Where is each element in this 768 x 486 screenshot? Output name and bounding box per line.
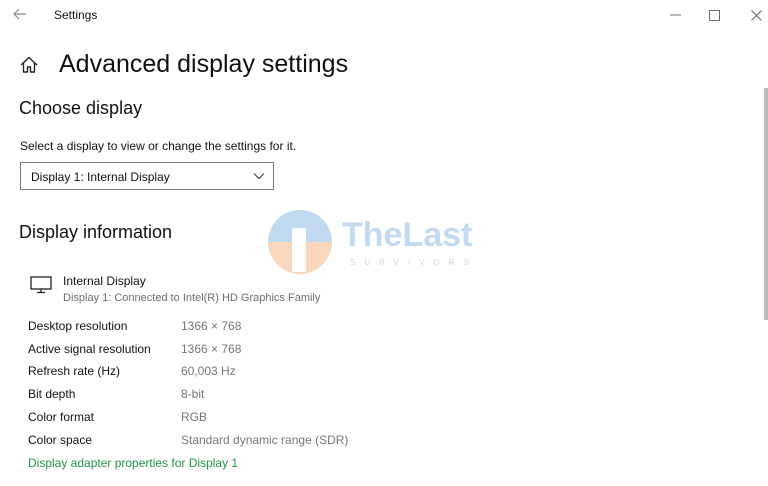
info-label: Color format [28, 410, 95, 424]
info-row-bit-depth: Bit depth 8-bit [28, 387, 428, 405]
maximize-icon [708, 9, 720, 21]
window-title: Settings [54, 8, 98, 22]
watermark-emblem [268, 210, 332, 274]
choose-display-instruction: Select a display to view or change the s… [20, 139, 297, 153]
display-adapter-properties-link[interactable]: Display adapter properties for Display 1 [28, 456, 238, 470]
scrollbar-thumb[interactable] [764, 88, 768, 320]
back-button[interactable] [8, 3, 32, 25]
info-row-color-space: Color space Standard dynamic range (SDR) [28, 433, 428, 451]
watermark-logo: TheLast SURVIVORS [264, 208, 504, 278]
info-label: Desktop resolution [28, 319, 128, 333]
title-bar: Settings [0, 0, 768, 30]
info-value: 1366 × 768 [181, 342, 242, 356]
info-row-color-format: Color format RGB [28, 410, 428, 428]
info-value: 60,003 Hz [181, 364, 236, 378]
info-value: Standard dynamic range (SDR) [181, 433, 349, 447]
info-label: Color space [28, 433, 93, 447]
display-information-heading: Display information [19, 222, 173, 242]
monitor-icon [30, 276, 52, 294]
chevron-down-icon [253, 173, 265, 180]
info-label: Active signal resolution [28, 342, 151, 356]
info-value: 1366 × 768 [181, 319, 242, 333]
display-connection: Display 1: Connected to Intel(R) HD Grap… [63, 292, 321, 304]
info-value: RGB [181, 410, 208, 424]
close-button[interactable] [733, 0, 768, 30]
close-icon [750, 9, 762, 21]
display-select-dropdown[interactable]: Display 1: Internal Display [20, 162, 274, 190]
watermark-tagline: SURVIVORS [350, 258, 478, 267]
info-label: Refresh rate (Hz) [28, 364, 121, 378]
info-row-refresh-rate: Refresh rate (Hz) 60,003 Hz [28, 364, 428, 382]
info-row-desktop-resolution: Desktop resolution 1366 × 768 [28, 319, 428, 337]
page-title: Advanced display settings [59, 50, 349, 78]
info-label: Bit depth [28, 387, 76, 401]
display-name: Internal Display [63, 274, 146, 288]
back-arrow-icon [13, 8, 26, 20]
watermark-brand: TheLast [342, 216, 473, 254]
choose-display-heading: Choose display [19, 98, 143, 118]
maximize-button[interactable] [691, 0, 737, 30]
home-icon [20, 56, 38, 73]
minimize-icon [669, 14, 681, 16]
info-value: 8-bit [181, 387, 205, 401]
home-button[interactable] [19, 55, 39, 75]
info-row-active-signal-resolution: Active signal resolution 1366 × 768 [28, 342, 428, 360]
display-select-value: Display 1: Internal Display [31, 170, 170, 184]
